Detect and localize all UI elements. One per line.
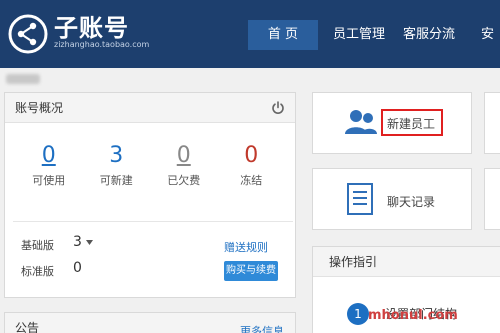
account-overview-panel: 账号概况 0 可使用 3 可新建 0 已欠费 0 冻结 基础版 3 赠送规则 标… — [4, 92, 296, 298]
standard-edition-value: 0 — [73, 260, 82, 276]
stat-value: 3 — [109, 143, 124, 168]
stat-frozen[interactable]: 0 冻结 — [218, 143, 286, 188]
new-employee-tile[interactable]: 新建员工 — [312, 92, 472, 154]
power-icon[interactable] — [271, 101, 285, 115]
document-icon — [347, 183, 373, 215]
stat-value: 0 — [176, 143, 191, 168]
stat-label: 已欠费 — [167, 174, 201, 187]
top-header: 子账号 zizhanghao.taobao.com 首 页 员工管理 客服分流 … — [0, 0, 500, 68]
main-nav: 首 页 员工管理 客服分流 安 — [248, 20, 494, 50]
watermark: mhonul.com — [368, 308, 458, 323]
stat-label: 可新建 — [99, 174, 133, 187]
stat-label: 可使用 — [32, 174, 66, 187]
stat-overdue[interactable]: 0 已欠费 — [150, 143, 218, 188]
basic-edition-label: 基础版 — [21, 239, 54, 252]
buy-renew-button[interactable]: 购买与续费 — [224, 261, 278, 281]
guide-title: 操作指引 — [329, 255, 378, 269]
nav-customer-service-routing[interactable]: 客服分流 — [393, 20, 471, 50]
more-info-link[interactable]: 更多信息 — [240, 323, 284, 333]
divider — [13, 221, 293, 222]
logo-icon — [8, 14, 48, 54]
stats-row: 0 可使用 3 可新建 0 已欠费 0 冻结 — [15, 143, 285, 188]
caret-down-icon[interactable] — [86, 240, 93, 245]
gift-rules-link[interactable]: 赠送规则 — [224, 239, 268, 255]
blurred-username — [6, 74, 40, 84]
brand-title: 子账号 — [54, 14, 129, 42]
stat-creatable[interactable]: 3 可新建 — [83, 143, 151, 188]
stat-value: 0 — [41, 143, 56, 168]
chat-record-tile[interactable]: 聊天记录 — [312, 168, 472, 230]
panel-header: 账号概况 — [5, 93, 295, 123]
nav-employee-management[interactable]: 员工管理 — [323, 20, 393, 50]
panel-title: 账号概况 — [15, 101, 64, 115]
nav-home[interactable]: 首 页 — [248, 20, 318, 50]
stat-available[interactable]: 0 可使用 — [15, 143, 83, 188]
notice-title: 公告 — [15, 321, 40, 333]
highlight-box — [381, 109, 443, 136]
notice-panel: 公告 更多信息 — [4, 312, 296, 333]
standard-edition-label: 标准版 — [21, 265, 54, 278]
basic-edition-value[interactable]: 3 — [73, 234, 82, 250]
chat-record-label: 聊天记录 — [387, 195, 436, 209]
stat-value: 0 — [244, 143, 259, 168]
users-icon — [345, 110, 377, 134]
step-number-badge: 1 — [347, 303, 369, 325]
panel-header: 操作指引 — [313, 247, 500, 277]
brand-subtitle: zizhanghao.taobao.com — [54, 40, 150, 49]
right-edge-tile-2 — [484, 168, 500, 230]
nav-security[interactable]: 安 — [471, 20, 494, 50]
stat-label: 冻结 — [240, 174, 263, 187]
right-edge-tile-1 — [484, 92, 500, 154]
